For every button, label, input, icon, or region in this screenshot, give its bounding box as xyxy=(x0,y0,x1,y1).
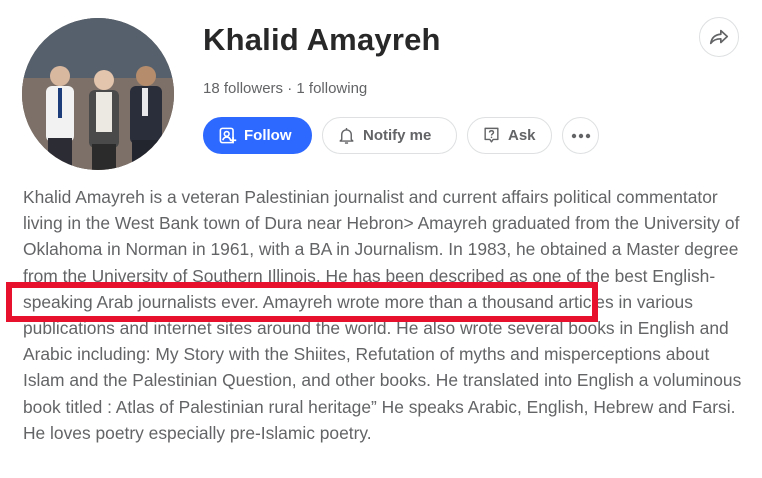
follow-stats: 18 followers · 1 following xyxy=(203,80,367,97)
following-count[interactable]: 1 following xyxy=(296,80,367,97)
notify-label: Notify me xyxy=(363,127,432,144)
follow-button[interactable]: Follow xyxy=(203,117,312,154)
share-button[interactable] xyxy=(699,17,739,57)
bell-icon xyxy=(339,127,354,144)
stats-separator: · xyxy=(283,80,297,97)
profile-avatar[interactable] xyxy=(22,18,174,170)
more-options-button[interactable] xyxy=(562,117,599,154)
follow-user-icon xyxy=(219,127,237,144)
profile-name: Khalid Amayreh xyxy=(203,22,441,57)
more-dots-icon xyxy=(571,133,590,138)
profile-photo xyxy=(22,18,174,170)
ask-label: Ask xyxy=(508,127,536,144)
share-arrow-icon xyxy=(709,29,729,45)
question-icon xyxy=(484,127,499,143)
profile-bio: Khalid Amayreh is a veteran Palestinian … xyxy=(23,187,742,443)
ask-button[interactable]: Ask xyxy=(467,117,552,154)
followers-count[interactable]: 18 followers xyxy=(203,80,283,97)
notify-button[interactable]: Notify me xyxy=(322,117,457,154)
follow-label: Follow xyxy=(244,127,292,144)
profile-actions: Follow Notify me Ask xyxy=(203,117,599,154)
